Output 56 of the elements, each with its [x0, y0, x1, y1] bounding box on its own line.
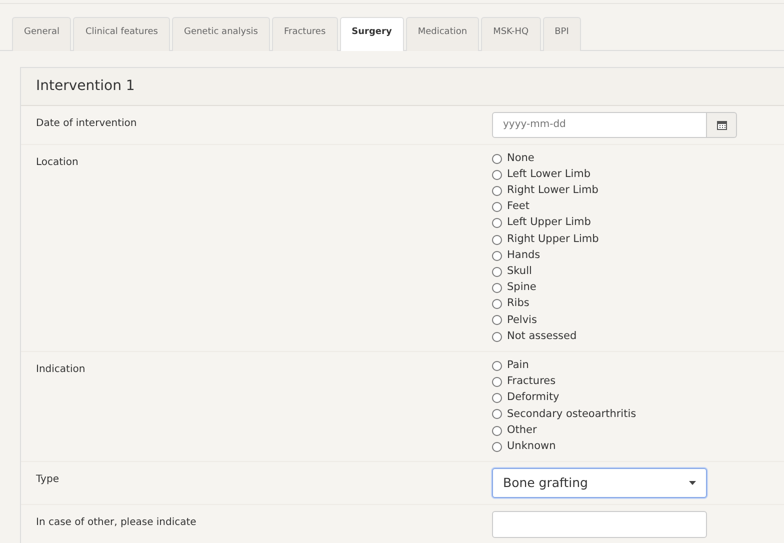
field-label: Indication — [36, 364, 86, 375]
radio-button[interactable] — [492, 442, 502, 452]
radio-button[interactable] — [492, 283, 502, 294]
radio-label[interactable]: Left Lower Limb — [507, 166, 591, 183]
radio-label[interactable]: Deformity — [507, 390, 560, 406]
caret-icon — [689, 480, 696, 485]
radio-button[interactable] — [492, 170, 502, 180]
radio-button[interactable] — [492, 393, 502, 404]
radio-label[interactable]: Fractures — [507, 374, 556, 390]
field-label: Date of intervention — [36, 118, 137, 128]
radio-label[interactable]: Hands — [507, 248, 540, 264]
radio-label[interactable]: Pelvis — [507, 312, 537, 328]
radio-label[interactable]: Not assessed — [507, 328, 577, 345]
field-label: In case of other, please indicate — [36, 516, 196, 528]
radio-button[interactable] — [492, 332, 502, 342]
tab[interactable]: Genetic analysis — [172, 17, 270, 50]
calendar-button[interactable] — [707, 112, 737, 138]
type-select[interactable]: Bone grafting — [492, 468, 707, 498]
radio-label[interactable]: Secondary osteoarthritis — [507, 406, 636, 422]
radio-button[interactable] — [492, 377, 502, 388]
tab[interactable]: BPI — [542, 17, 581, 50]
radio-button[interactable] — [492, 250, 502, 261]
tab[interactable]: Medication — [406, 17, 480, 50]
panel-title: Intervention 1 — [21, 68, 784, 106]
radio-label[interactable]: Other — [507, 422, 537, 438]
radio-button[interactable] — [492, 218, 502, 228]
tab[interactable]: Clinical features — [73, 17, 170, 50]
radio-label[interactable]: Feet — [507, 199, 530, 216]
radio-label[interactable]: Spine — [507, 280, 536, 296]
radio-label[interactable]: Right Upper Limb — [507, 232, 599, 248]
radio-button[interactable] — [492, 426, 502, 436]
tab[interactable]: Surgery — [340, 17, 404, 50]
radio-button[interactable] — [492, 299, 502, 310]
radio-label[interactable]: Unknown — [507, 438, 556, 455]
field-label: Location — [36, 156, 78, 168]
tab[interactable]: Fractures — [272, 17, 338, 50]
radio-button[interactable] — [492, 202, 502, 212]
date-field[interactable]: yyyy-mm-dd — [492, 112, 707, 138]
radio-button[interactable] — [492, 266, 502, 277]
radio-label[interactable]: Right Lower Limb — [507, 183, 598, 199]
field-label: Type — [36, 474, 59, 485]
radio-button[interactable] — [492, 234, 502, 245]
radio-label[interactable]: Skull — [507, 264, 532, 280]
radio-label[interactable]: Left Upper Limb — [507, 215, 591, 232]
radio-button[interactable] — [492, 154, 502, 164]
tab[interactable]: MSK-HQ — [481, 17, 541, 50]
text-field[interactable] — [492, 510, 707, 538]
radio-label[interactable]: Ribs — [507, 296, 530, 312]
radio-label[interactable]: None — [507, 150, 534, 166]
radio-button[interactable] — [492, 315, 502, 326]
radio-label[interactable]: Pain — [507, 358, 529, 374]
calendar-icon — [716, 120, 726, 130]
radio-button[interactable] — [492, 360, 502, 371]
radio-button[interactable] — [492, 186, 502, 196]
tab[interactable]: General — [12, 17, 72, 50]
radio-button[interactable] — [492, 409, 502, 420]
